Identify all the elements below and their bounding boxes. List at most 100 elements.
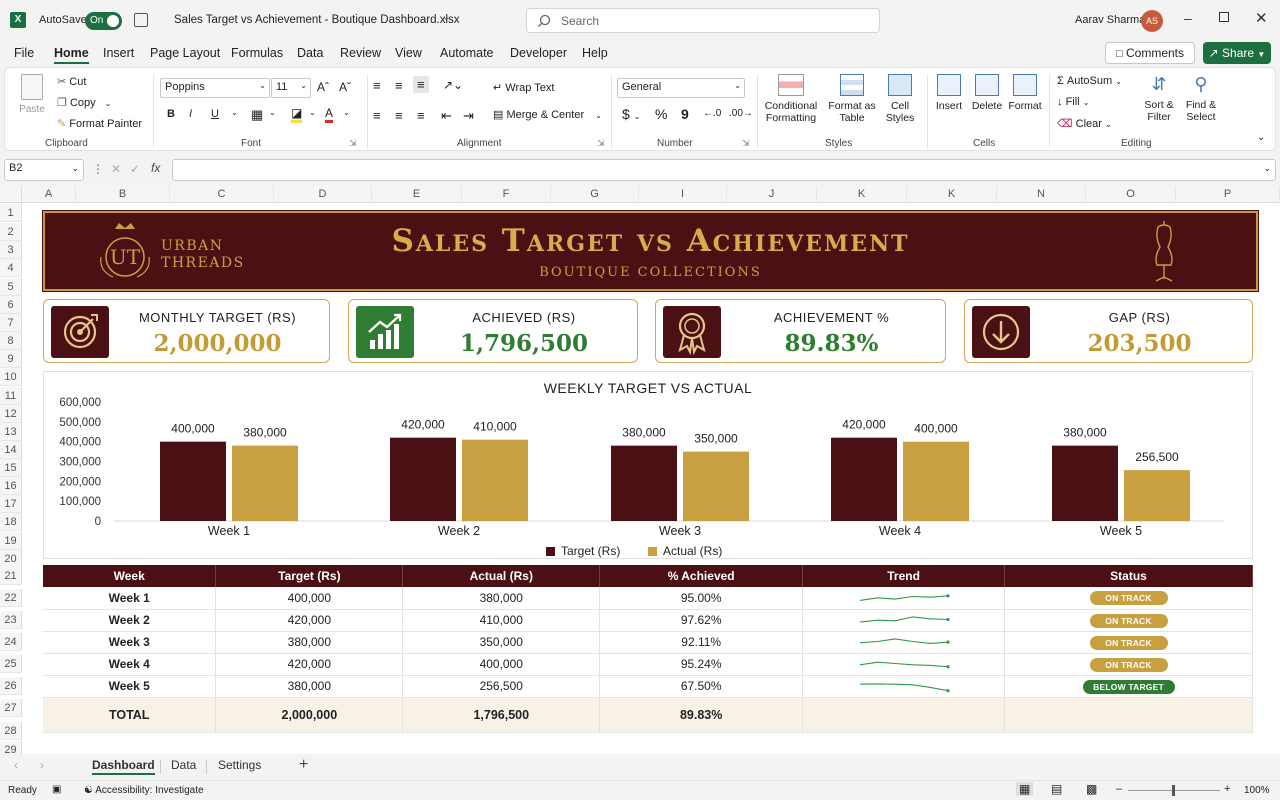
- menu-home[interactable]: Home: [54, 46, 89, 64]
- column-header[interactable]: K: [907, 186, 997, 203]
- column-header[interactable]: G: [551, 186, 639, 203]
- row-header[interactable]: 7: [0, 314, 22, 332]
- row-header[interactable]: 22: [0, 589, 22, 607]
- bar-target[interactable]: [390, 437, 456, 521]
- week-cell[interactable]: Week 5: [43, 675, 217, 698]
- percent-cell[interactable]: 95.24%: [599, 653, 804, 676]
- column-header[interactable]: K: [817, 186, 907, 203]
- row-header[interactable]: 17: [0, 495, 22, 513]
- chevron-left-icon[interactable]: ‹: [14, 758, 18, 772]
- align-left-icon[interactable]: ≡: [373, 108, 381, 123]
- week-cell[interactable]: Week 4: [43, 653, 217, 676]
- zoom-slider-thumb[interactable]: [1172, 785, 1175, 796]
- dialog-launcher-icon[interactable]: ⇲: [742, 138, 750, 149]
- column-header[interactable]: A: [22, 186, 76, 203]
- actual-cell[interactable]: 400,000: [402, 653, 601, 676]
- align-bottom-icon[interactable]: ≡: [413, 76, 429, 93]
- save-icon[interactable]: [134, 13, 148, 27]
- accessibility-button[interactable]: ☯ Accessibility: Investigate: [84, 785, 204, 796]
- percent-cell[interactable]: 97.62%: [599, 609, 804, 632]
- row-header[interactable]: 20: [0, 550, 22, 568]
- target-cell[interactable]: 380,000: [215, 675, 404, 698]
- insert-cells-button[interactable]: Insert: [931, 74, 967, 112]
- restore-icon[interactable]: [1219, 12, 1229, 22]
- column-header[interactable]: J: [727, 186, 817, 203]
- column-header[interactable]: N: [997, 186, 1086, 203]
- row-header[interactable]: 10: [0, 368, 22, 386]
- target-cell[interactable]: 400,000: [215, 587, 404, 610]
- autosum-button[interactable]: Σ AutoSum ⌄: [1057, 75, 1122, 87]
- percent-button[interactable]: %: [655, 106, 667, 122]
- search-box[interactable]: Search: [526, 8, 880, 33]
- autosave-toggle[interactable]: On: [85, 12, 122, 30]
- increase-indent-icon[interactable]: ⇥: [463, 108, 474, 124]
- find-select-button[interactable]: ⚲ Find & Select: [1179, 74, 1223, 123]
- cut-button[interactable]: ✂ Cut: [57, 75, 86, 88]
- insert-function-icon[interactable]: fx: [151, 161, 160, 175]
- font-name-select[interactable]: Poppins ⌄: [160, 78, 270, 98]
- page-break-view-icon[interactable]: ▩: [1086, 782, 1097, 796]
- row-header[interactable]: 11: [0, 387, 22, 405]
- minimize-icon[interactable]: –: [1184, 10, 1192, 26]
- row-header[interactable]: 27: [0, 699, 22, 717]
- percent-cell[interactable]: 92.11%: [599, 631, 804, 654]
- sheet-tab-data[interactable]: Data: [171, 758, 196, 772]
- target-cell[interactable]: 380,000: [215, 631, 404, 654]
- menu-file[interactable]: File: [14, 46, 34, 60]
- row-header[interactable]: 25: [0, 655, 22, 673]
- column-header[interactable]: P: [1176, 186, 1280, 203]
- total-actual[interactable]: 1,796,500: [402, 697, 601, 733]
- column-header[interactable]: I: [639, 186, 727, 203]
- total-percent[interactable]: 89.83%: [599, 697, 804, 733]
- menu-data[interactable]: Data: [297, 46, 323, 60]
- menu-page-layout[interactable]: Page Layout: [150, 46, 220, 60]
- wrap-text-button[interactable]: ↵ Wrap Text: [493, 81, 554, 94]
- total-trend-cell[interactable]: [802, 697, 1006, 733]
- format-as-table-button[interactable]: Format as Table: [827, 74, 877, 124]
- trend-cell[interactable]: [802, 587, 1006, 610]
- trend-cell[interactable]: [802, 675, 1006, 698]
- bold-button[interactable]: B: [167, 108, 175, 120]
- font-size-select[interactable]: 11 ⌄: [271, 78, 311, 98]
- font-color-icon[interactable]: A: [325, 106, 334, 123]
- status-cell[interactable]: BELOW TARGET: [1004, 675, 1253, 698]
- bar-actual[interactable]: [232, 445, 298, 521]
- row-header[interactable]: 2: [0, 223, 22, 241]
- formula-input[interactable]: ⌄: [172, 159, 1276, 181]
- align-middle-icon[interactable]: ≡: [395, 78, 403, 93]
- sort-filter-button[interactable]: ⇵ Sort & Filter: [1137, 74, 1181, 123]
- actual-cell[interactable]: 350,000: [402, 631, 601, 654]
- spreadsheet-grid[interactable]: ABCDEFGIJKKNOP 1 2 3 4 5 6 7 8 9 10 11 12 13 14 15 16 17…: [0, 186, 1280, 795]
- share-button[interactable]: ↗ Share ▼: [1203, 42, 1271, 64]
- increase-decimal-icon[interactable]: ←.0: [703, 108, 721, 119]
- percent-cell[interactable]: 67.50%: [599, 675, 804, 698]
- dialog-launcher-icon[interactable]: ⇲: [349, 138, 357, 149]
- column-header[interactable]: B: [76, 186, 170, 203]
- chevron-down-icon[interactable]: ⌄: [269, 108, 276, 117]
- actual-cell[interactable]: 256,500: [402, 675, 601, 698]
- collapse-ribbon-icon[interactable]: ⌄: [1257, 132, 1265, 143]
- total-target[interactable]: 2,000,000: [215, 697, 404, 733]
- close-icon[interactable]: ✕: [1255, 9, 1268, 27]
- bar-actual[interactable]: [683, 451, 749, 521]
- format-cells-button[interactable]: Format: [1005, 74, 1045, 112]
- macro-icon[interactable]: ▣: [52, 784, 61, 795]
- table-header-cell[interactable]: Status: [1004, 565, 1253, 587]
- decrease-indent-icon[interactable]: ⇤: [441, 108, 452, 124]
- column-header[interactable]: O: [1086, 186, 1176, 203]
- bar-actual[interactable]: [462, 439, 528, 521]
- status-cell[interactable]: ON TRACK: [1004, 631, 1253, 654]
- row-header[interactable]: 5: [0, 278, 22, 296]
- chevron-down-icon[interactable]: ⌄: [442, 12, 450, 23]
- underline-button[interactable]: U: [211, 108, 219, 120]
- delete-cells-button[interactable]: Delete: [969, 74, 1005, 112]
- table-header-cell[interactable]: Target (Rs): [215, 565, 404, 587]
- row-header[interactable]: 19: [0, 532, 22, 550]
- borders-icon[interactable]: ▦: [251, 107, 263, 123]
- merge-center-button[interactable]: ▤ Merge & Center ⌄: [493, 108, 602, 121]
- page-layout-view-icon[interactable]: ▤: [1051, 782, 1062, 796]
- row-header[interactable]: 21: [0, 567, 22, 585]
- percent-cell[interactable]: 95.00%: [599, 587, 804, 610]
- week-cell[interactable]: Week 3: [43, 631, 217, 654]
- currency-button[interactable]: $ ⌄: [622, 106, 640, 122]
